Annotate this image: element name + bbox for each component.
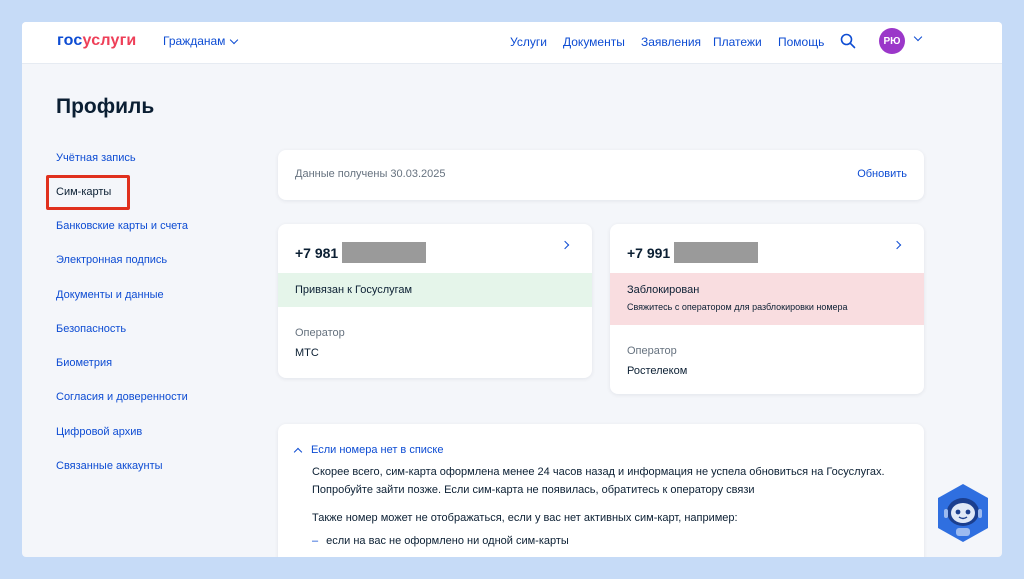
chevron-right-icon[interactable]	[892, 240, 902, 250]
bullet-dash: –	[312, 535, 319, 547]
nav-help[interactable]: Помощь	[778, 35, 824, 49]
data-received-bar: Данные получены 30.03.2025 Обновить	[278, 150, 924, 200]
top-header: госуслуги Гражданам Услуги Документы Зая…	[22, 22, 1002, 64]
sidebar-item-bank-cards[interactable]: Банковские карты и счета	[56, 220, 188, 232]
avatar[interactable]: РЮ	[879, 28, 905, 54]
sim-card-2[interactable]: +7 991 Заблокирован Свяжитесь с оператор…	[610, 224, 924, 394]
sidebar-item-consents[interactable]: Согласия и доверенности	[56, 391, 188, 403]
phone-prefix: +7 991	[627, 244, 671, 261]
sidebar-item-security[interactable]: Безопасность	[56, 323, 126, 335]
sim-phone-number: +7 991	[627, 242, 759, 263]
highlight-frame	[46, 175, 130, 210]
chevron-right-icon[interactable]	[560, 240, 570, 250]
chevron-down-icon	[230, 35, 239, 44]
logo-gos: гос	[57, 32, 83, 49]
nav-services[interactable]: Услуги	[510, 35, 547, 49]
sidebar-item-documents[interactable]: Документы и данные	[56, 289, 164, 301]
sidebar-item-e-signature[interactable]: Электронная подпись	[56, 254, 167, 266]
info-toggle[interactable]: Если номера нет в списке	[293, 444, 444, 456]
logo-uslugi: услуги	[82, 32, 137, 49]
gosuslugi-logo[interactable]: госуслуги	[57, 32, 136, 50]
assistant-robot-icon[interactable]	[932, 482, 994, 544]
nav-applications[interactable]: Заявления	[641, 35, 701, 49]
status-subtitle: Свяжитесь с оператором для разблокировки…	[627, 302, 848, 312]
operator-value: МТС	[295, 347, 319, 359]
chevron-up-icon	[293, 447, 303, 456]
sidebar-item-biometrics[interactable]: Биометрия	[56, 357, 112, 369]
info-line-1: Скорее всего, сим-карта оформлена менее …	[312, 466, 885, 478]
data-received-text: Данные получены 30.03.2025	[295, 168, 446, 180]
sim-phone-number: +7 981	[295, 242, 427, 263]
status-badge: Заблокирован Свяжитесь с оператором для …	[610, 273, 924, 325]
status-badge: Привязан к Госуслугам	[278, 273, 592, 307]
search-icon[interactable]	[840, 33, 856, 49]
audience-label: Гражданам	[163, 34, 226, 48]
sidebar-item-account[interactable]: Учётная запись	[56, 152, 136, 164]
info-toggle-label: Если номера нет в списке	[311, 444, 444, 456]
operator-label: Оператор	[627, 345, 677, 357]
info-line-3: Также номер может не отображаться, если …	[312, 512, 738, 524]
phone-redaction	[674, 242, 759, 263]
operator-value: Ростелеком	[627, 365, 688, 377]
chevron-down-icon[interactable]	[913, 32, 923, 42]
info-line-2: Попробуйте зайти позже. Если сим-карта н…	[312, 484, 755, 496]
sidebar-item-linked-accounts[interactable]: Связанные аккаунты	[56, 460, 163, 472]
page-title: Профиль	[56, 95, 155, 118]
list-item-text: если на вас не оформлено ни одной сим-ка…	[326, 535, 569, 547]
status-title: Заблокирован	[627, 284, 700, 296]
sim-card-1[interactable]: +7 981 Привязан к Госуслугам Оператор МТ…	[278, 224, 592, 378]
phone-redaction	[342, 242, 427, 263]
operator-label: Оператор	[295, 327, 345, 339]
status-title: Привязан к Госуслугам	[295, 284, 413, 296]
sidebar-item-digital-archive[interactable]: Цифровой архив	[56, 426, 142, 438]
list-item: – если на вас не оформлено ни одной сим-к…	[312, 532, 569, 550]
phone-prefix: +7 981	[295, 244, 339, 261]
refresh-button[interactable]: Обновить	[857, 168, 907, 180]
nav-documents[interactable]: Документы	[563, 35, 625, 49]
browser-content: госуслуги Гражданам Услуги Документы Зая…	[22, 22, 1002, 557]
info-card: Если номера нет в списке Скорее всего, с…	[278, 424, 924, 557]
nav-payments[interactable]: Платежи	[713, 35, 762, 49]
audience-dropdown[interactable]: Гражданам	[163, 34, 239, 48]
